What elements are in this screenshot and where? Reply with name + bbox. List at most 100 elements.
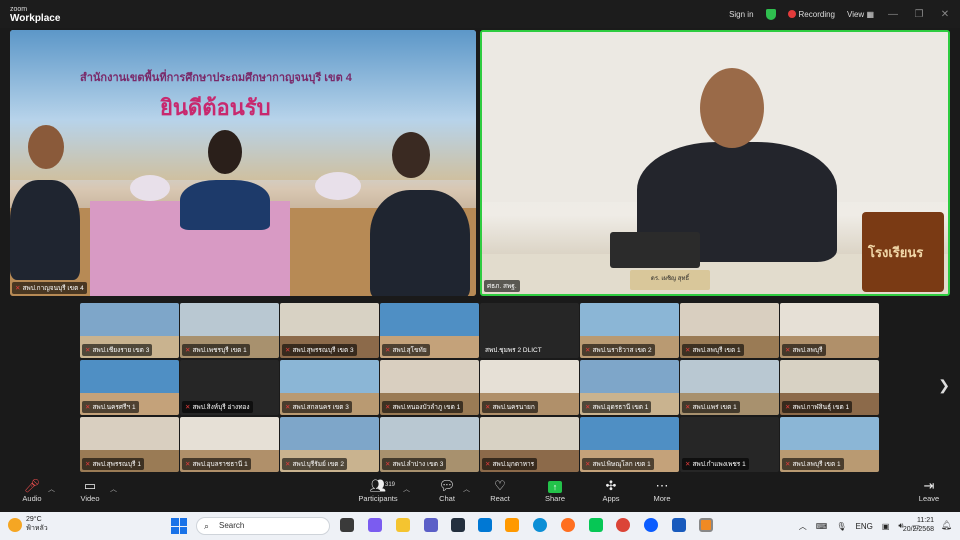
participant-name-label: ✕ สพป.นครนายก xyxy=(482,401,538,413)
next-page-chevron-icon[interactable]: ❯ xyxy=(938,377,950,394)
gallery-video-tile[interactable]: ✕ สพป.กาฬสินธุ์ เขต 1 xyxy=(780,360,879,415)
video-tile-main-left[interactable]: สำนักงานเขตพื้นที่การศึกษาประถมศึกษากาญจ… xyxy=(10,30,476,296)
participant-name: สพป.ชุมพร 2 DLICT xyxy=(485,347,542,354)
gallery-video-tile[interactable]: ✕ สพป.มุกดาหาร xyxy=(480,417,579,472)
gallery-video-tile[interactable]: ✕ สพป.กำแพงเพชร 1 xyxy=(680,417,779,472)
weather-temp: 29°C xyxy=(26,516,42,523)
gallery-video-tile[interactable]: สพป.ชุมพร 2 DLICT xyxy=(480,303,579,358)
participant-name: สพป.มุกดาหาร xyxy=(492,461,535,468)
display-icon[interactable]: ▣ xyxy=(882,522,890,531)
audio-options-chevron-icon[interactable]: ︿ xyxy=(48,484,55,494)
participants-options-chevron-icon[interactable]: ︿ xyxy=(403,484,410,494)
participant-name-label: ✕ สพป.ลพบุรี เขต 1 xyxy=(782,458,844,470)
gallery-video-tile[interactable]: ✕ สพป.แพร่ เขต 1 xyxy=(680,360,779,415)
gallery-video-tile[interactable]: ✕ สพป.นราธิวาส เขต 2 xyxy=(580,303,679,358)
gallery-video-tile[interactable]: ✕ สพป.ลพบุรี เขต 1 xyxy=(680,303,779,358)
taskbar-clock[interactable]: 11:21 20/2/2568 xyxy=(903,516,934,534)
share-button[interactable]: ↑ Share xyxy=(525,478,585,503)
store-icon[interactable] xyxy=(478,518,492,532)
minimize-icon[interactable]: — xyxy=(886,9,900,20)
close-icon[interactable]: ✕ xyxy=(938,9,952,20)
weather-sun-icon[interactable] xyxy=(8,518,22,532)
mic-muted-icon: ✕ xyxy=(385,461,391,468)
react-button[interactable]: ♡ React xyxy=(470,478,530,503)
microphone-icon[interactable]: 🎙︎ xyxy=(836,522,846,531)
sign-in-link[interactable]: Sign in xyxy=(729,10,753,19)
firefox-icon[interactable] xyxy=(561,518,575,532)
participant-name: สพป.สุโขทัย xyxy=(392,347,427,354)
zoom-app-icon[interactable] xyxy=(644,518,658,532)
participant-name-label: สพป.ชุมพร 2 DLICT xyxy=(482,344,545,356)
recording-indicator[interactable]: Recording xyxy=(787,9,835,19)
gallery-video-tile[interactable]: ✕ สพป.สุพรรณบุรี เขต 3 xyxy=(280,303,379,358)
gallery-video-tile[interactable]: ✕ สพป.ลพบุรี xyxy=(780,303,879,358)
participant-name-label: ✕ สพป.สิงห์บุรี อ่างทอง xyxy=(182,401,253,413)
participant-name: สพป.กาญจนบุรี เขต 4 xyxy=(22,285,84,292)
notification-bell-icon[interactable]: 🔔︎ xyxy=(941,520,952,531)
chat-options-chevron-icon[interactable]: ︿ xyxy=(463,484,470,494)
security-shield-icon[interactable] xyxy=(765,8,776,20)
leave-button[interactable]: ⇥ Leave xyxy=(899,478,959,503)
school-sign-text: โรงเรียนร xyxy=(868,245,924,260)
word-icon[interactable] xyxy=(672,518,686,532)
line-icon[interactable] xyxy=(589,518,603,532)
participant-name: สพป.พิษณุโลก เขต 1 xyxy=(592,461,651,468)
edge-browser-icon[interactable] xyxy=(533,518,547,532)
logo-workplace-text: Workplace xyxy=(10,13,61,24)
gallery-video-tile[interactable]: ✕ สพป.ลำปาง เขต 3 xyxy=(380,417,479,472)
participant-name: สพป.อุบลราชธานี 1 xyxy=(192,461,248,468)
weather-widget[interactable]: 29°C ฟ้าหลัว xyxy=(26,515,48,533)
keyboard-icon[interactable]: ⌨ xyxy=(816,522,828,531)
tray-expand-chevron-icon[interactable]: ︿ xyxy=(799,521,807,532)
gallery-video-tile[interactable]: ✕ สพป.สกลนคร เขต 3 xyxy=(280,360,379,415)
participant-name-label: ศธภ. สพฐ. xyxy=(484,280,520,292)
recording-label: Recording xyxy=(798,9,835,19)
gallery-video-tile[interactable]: ✕ สพป.พิษณุโลก เขต 1 xyxy=(580,417,679,472)
taskbar-search-box[interactable]: ⌕ Search xyxy=(196,517,330,535)
gallery-video-tile[interactable]: ✕ สพป.สุพรรณบุรี 1 xyxy=(80,417,179,472)
amazon-app-icon[interactable] xyxy=(505,518,519,532)
video-options-chevron-icon[interactable]: ︿ xyxy=(110,484,117,494)
gallery-video-tile[interactable]: ✕ สพป.บุรีรัมย์ เขต 2 xyxy=(280,417,379,472)
participant-name: สพป.อุดรธานี เขต 1 xyxy=(592,404,649,411)
language-indicator[interactable]: ENG xyxy=(855,522,872,531)
maximize-icon[interactable]: ❐ xyxy=(912,9,926,20)
gallery-video-tile[interactable]: ✕ สพป.สุโขทัย xyxy=(380,303,479,358)
windows-start-icon[interactable] xyxy=(171,518,187,534)
copilot-icon[interactable] xyxy=(368,518,382,532)
participant-name: สพป.แพร่ เขต 1 xyxy=(692,404,737,411)
active-app-icon[interactable] xyxy=(699,518,713,532)
zoom-window: zoom Workplace Sign in Recording View ▦ … xyxy=(0,0,960,540)
video-tile-active-speaker[interactable]: โรงเรียนร ดร. เผชิญ สุทธิ์ ศธภ. สพฐ. xyxy=(480,30,950,296)
gallery-video-tile[interactable]: ✕ สพป.อุดรธานี เขต 1 xyxy=(580,360,679,415)
mic-muted-icon: ✕ xyxy=(685,347,691,354)
participant-name-label: ✕ สพป.อุดรธานี เขต 1 xyxy=(582,401,652,413)
file-explorer-icon[interactable] xyxy=(396,518,410,532)
participant-person xyxy=(180,180,270,230)
gallery-video-tile[interactable]: ✕ สพป.นครนายก xyxy=(480,360,579,415)
mic-muted-icon: ✕ xyxy=(585,404,591,411)
more-button[interactable]: ⋯ More xyxy=(632,478,692,503)
mic-muted-icon: ✕ xyxy=(785,347,791,354)
gallery-video-tile[interactable]: ✕ สพป.อุบลราชธานี 1 xyxy=(180,417,279,472)
gallery-video-tile[interactable]: ✕ สพป.ลพบุรี เขต 1 xyxy=(780,417,879,472)
participants-icon: 👥︎ xyxy=(369,478,387,493)
tile-background xyxy=(780,303,879,336)
share-label: Share xyxy=(544,494,565,503)
participants-button[interactable]: 👥︎ 319 Participants xyxy=(348,478,408,503)
chrome-icon[interactable] xyxy=(616,518,630,532)
participant-name-label: ✕ สพป.กาฬสินธุ์ เขต 1 xyxy=(782,401,853,413)
teams-icon[interactable] xyxy=(424,518,438,532)
gallery-video-tile[interactable]: ✕ สพป.เพชรบุรี เขต 1 xyxy=(180,303,279,358)
task-view-icon[interactable] xyxy=(340,518,354,532)
gallery-video-tile[interactable]: ✕ สพป.สิงห์บุรี อ่างทอง xyxy=(180,360,279,415)
gallery-video-tile[interactable]: ✕ สพป.นครศรีฯ 1 xyxy=(80,360,179,415)
view-button[interactable]: View ▦ xyxy=(847,10,874,19)
amazon-icon[interactable] xyxy=(451,518,465,532)
audio-label: Audio xyxy=(22,494,42,503)
gallery-video-tile[interactable]: ✕ สพป.หนองบัวลำภู เขต 1 xyxy=(380,360,479,415)
gallery-video-tile[interactable]: ✕ สพป.เชียงราย เขต 3 xyxy=(80,303,179,358)
flower-arrangement xyxy=(130,175,170,201)
tile-background xyxy=(680,303,779,336)
leave-icon: ⇥ xyxy=(923,478,935,493)
